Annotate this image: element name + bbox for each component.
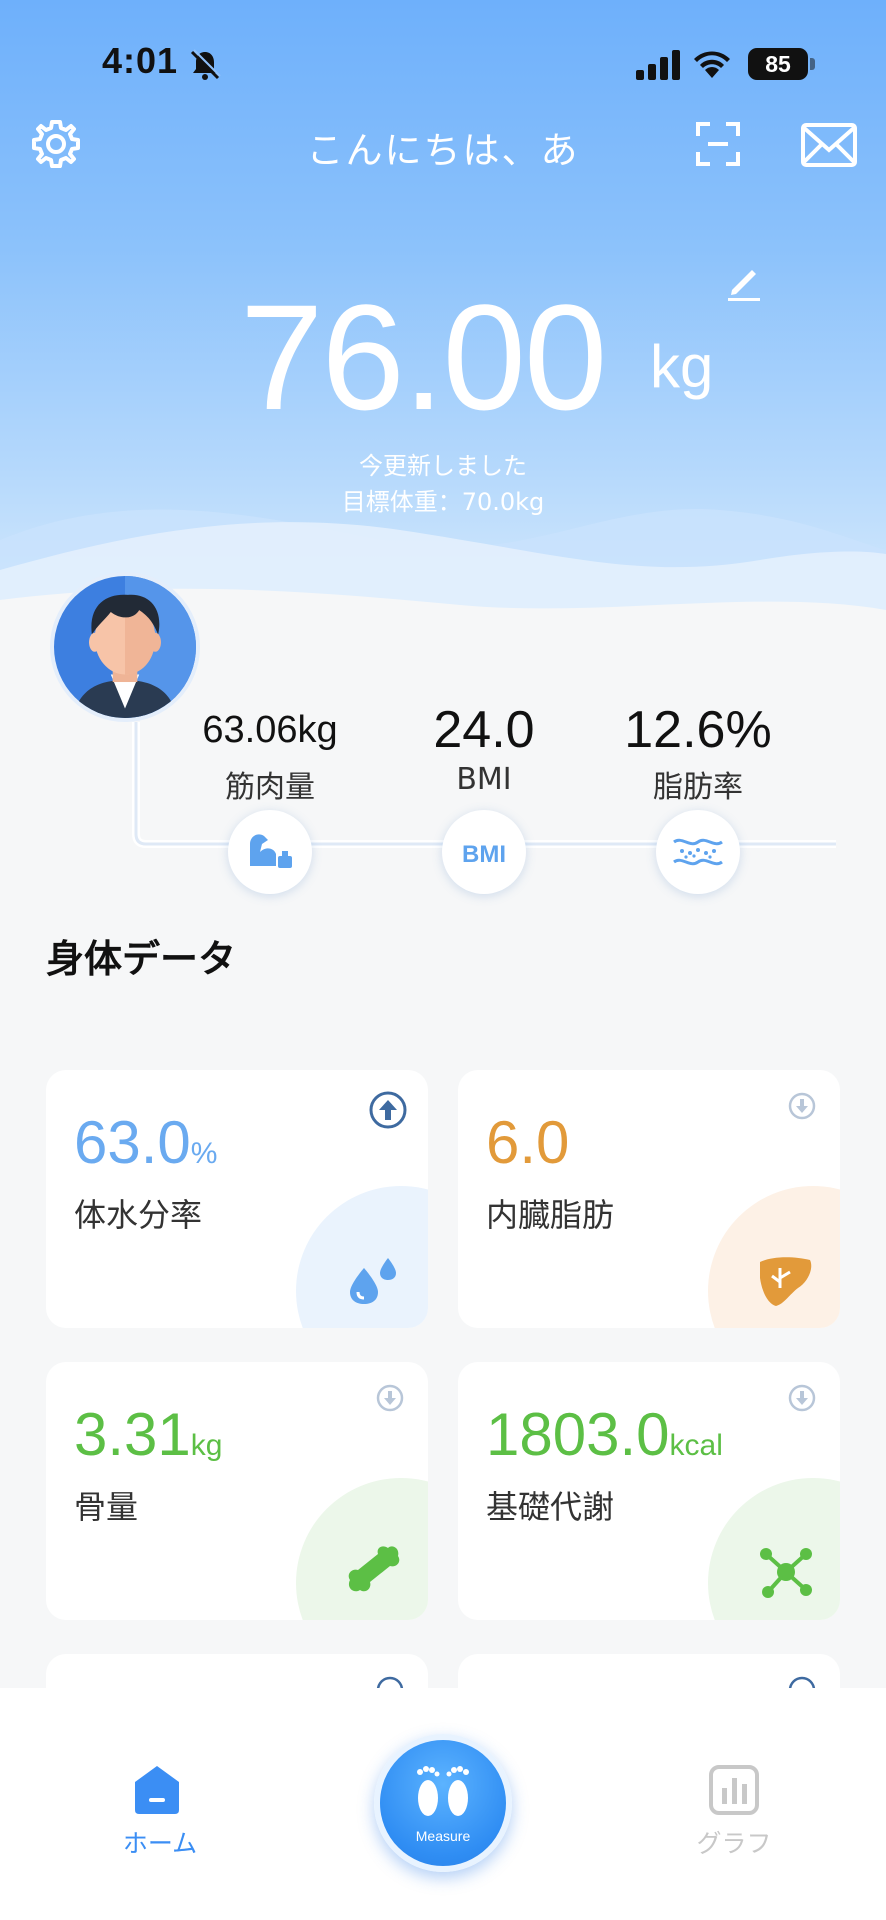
card-value: 6.0 (486, 1108, 569, 1189)
water-drop-icon (350, 1258, 396, 1304)
footprints-icon (417, 1766, 469, 1816)
bone-icon (348, 1546, 400, 1592)
measure-label: Measure (415, 1828, 471, 1844)
bottom-nav: ホーム Measure グラフ (0, 1688, 886, 1920)
card-value-number: 3.31 (74, 1401, 191, 1468)
card-value: 3.31kg (74, 1400, 222, 1481)
trend-down-icon (376, 1384, 404, 1412)
status-bar: 4:01 85 (0, 40, 886, 88)
card-value-number: 63.0 (74, 1109, 191, 1176)
card-bone-mass[interactable]: 3.31kg 骨量 (46, 1362, 428, 1620)
metric-value: 63.06kg (202, 709, 338, 751)
card-value-unit: % (190, 1137, 218, 1170)
metric-muscle: 63.06kg 筋肉量 (160, 704, 380, 806)
greeting-title: こんにちは、あ (306, 129, 580, 172)
card-label: 内臓脂肪 (486, 1196, 615, 1234)
scan-icon[interactable] (694, 120, 742, 168)
battery-icon: 85 (748, 48, 808, 80)
weight-unit: kg (650, 333, 714, 400)
metric-value: 24.0 (433, 701, 535, 759)
card-visceral-fat[interactable]: 6.0 内臓脂肪 (458, 1070, 840, 1328)
bar-chart-icon (709, 1765, 759, 1815)
metric-fat: 12.6% 脂肪率 (588, 704, 808, 806)
card-value: 63.0% (74, 1108, 217, 1189)
avatar[interactable] (50, 572, 200, 722)
fat-icon (673, 838, 723, 866)
card-label: 骨量 (74, 1488, 139, 1526)
section-title: 身体データ (46, 937, 237, 981)
metric-bmi: 24.0 BMI (374, 704, 594, 797)
edit-icon[interactable] (722, 260, 766, 304)
card-label: 基礎代謝 (486, 1488, 615, 1526)
battery-tip (810, 58, 815, 70)
molecule-icon (760, 1548, 812, 1598)
trend-down-icon (788, 1384, 816, 1412)
updated-text: 今更新しました (359, 452, 527, 480)
weight-value: 76.00 (240, 273, 607, 441)
home-icon (135, 1766, 179, 1814)
nav-graph-label: グラフ (696, 1829, 772, 1858)
measure-button[interactable]: Measure (374, 1734, 512, 1872)
card-body-water[interactable]: 63.0% 体水分率 (46, 1070, 428, 1328)
bmi-icon: BMI (462, 841, 506, 868)
nav-home-label: ホーム (122, 1829, 198, 1858)
top-bar: こんにちは、あ (0, 112, 886, 172)
bmi-button[interactable]: BMI (442, 810, 526, 894)
wifi-icon (694, 51, 730, 78)
trend-up-icon (369, 1091, 407, 1129)
card-value-number: 1803.0 (486, 1401, 670, 1468)
card-value-number: 6.0 (486, 1109, 570, 1176)
muscle-button[interactable] (228, 810, 312, 894)
card-value-unit: kg (190, 1429, 223, 1462)
target-weight-text[interactable]: 目標体重：70.0kg (0, 482, 886, 517)
bell-slash-icon (190, 49, 221, 80)
card-value: 1803.0kcal (486, 1400, 723, 1481)
liver-icon (760, 1257, 812, 1306)
svg-text:BMI: BMI (462, 841, 506, 868)
card-label: 体水分率 (74, 1196, 203, 1234)
signal-icon (636, 50, 680, 80)
metric-label: 筋肉量 (225, 770, 315, 805)
muscle-icon (250, 834, 292, 868)
mail-icon[interactable] (800, 122, 858, 168)
metric-value: 12.6% (624, 701, 772, 759)
card-basal-metabolism[interactable]: 1803.0kcal 基礎代謝 (458, 1362, 840, 1620)
card-value-unit: kcal (669, 1429, 723, 1462)
metric-label: 脂肪率 (653, 770, 743, 805)
status-time: 4:01 (102, 40, 179, 81)
weight-display: 76.00 kg (0, 270, 886, 442)
metric-label: BMI (456, 762, 512, 797)
trend-down-icon (788, 1092, 816, 1120)
fat-button[interactable] (656, 810, 740, 894)
avatar-illustration (54, 576, 196, 718)
